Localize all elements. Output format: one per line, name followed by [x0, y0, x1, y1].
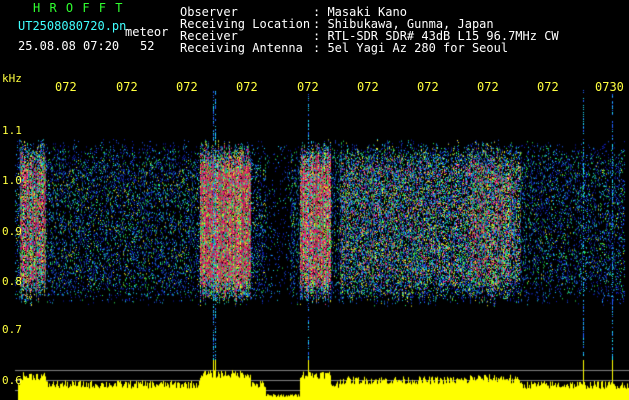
date-time: 25.08.08 07:20: [18, 39, 120, 53]
spectrogram: [0, 0, 629, 400]
freq-label-0-7: 0.7: [2, 323, 22, 336]
time-tick-5: 072: [297, 80, 319, 94]
freq-label-0-6: 0.6: [2, 374, 22, 387]
time-tick-9: 072: [537, 80, 559, 94]
count-value: 52: [140, 39, 155, 53]
freq-label-0-8: 0.8: [2, 275, 22, 288]
freq-label-1-1: 1.1: [2, 124, 22, 137]
info-label-antenna: Receiving Antenna: [180, 41, 303, 55]
time-tick-3: 072: [176, 80, 198, 94]
time-tick-6: 072: [357, 80, 379, 94]
info-value-antenna: : 5el Yagi Az 280 for Seoul: [313, 41, 509, 55]
filename: UT2508080720.pn: [18, 19, 127, 33]
mode-label: meteor: [125, 25, 169, 39]
freq-label-1-0: 1.0: [2, 174, 22, 187]
time-tick-1: 072: [55, 80, 77, 94]
time-tick-2: 072: [116, 80, 138, 94]
freq-label-0-9: 0.9: [2, 225, 22, 238]
time-tick-8: 072: [477, 80, 499, 94]
time-tick-7: 072: [417, 80, 439, 94]
time-tick-10: 0730: [595, 80, 624, 94]
freq-unit: kHz: [2, 72, 22, 85]
app-title: H R O F F T: [33, 1, 124, 15]
time-tick-4: 072: [236, 80, 258, 94]
